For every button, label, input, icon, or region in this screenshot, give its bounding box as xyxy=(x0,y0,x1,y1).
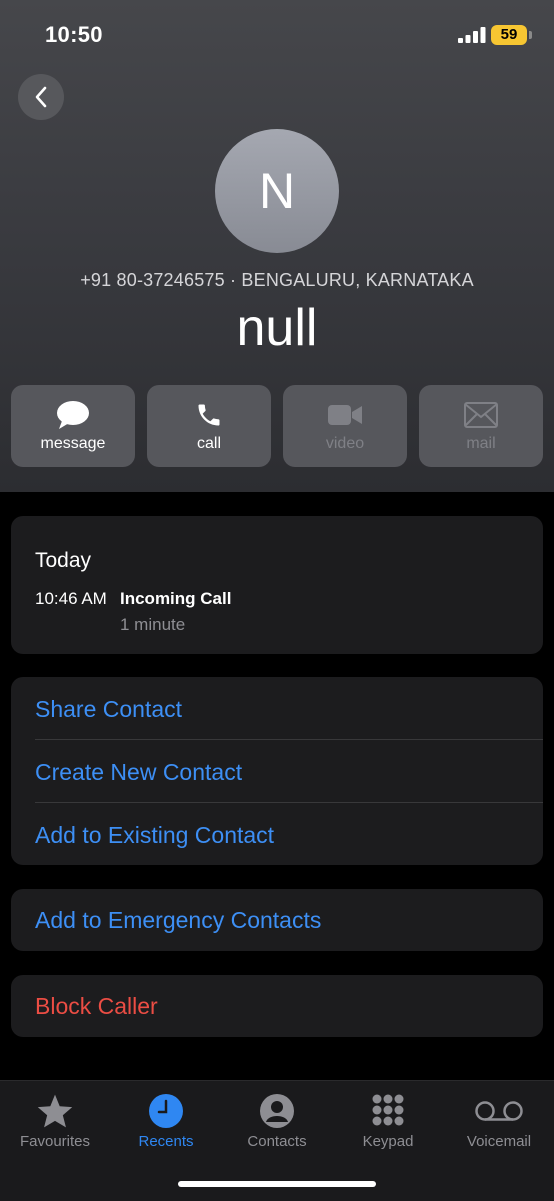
share-contact-button[interactable]: Share Contact xyxy=(35,678,543,740)
contact-header: 10:50 59 N +91 80-37246575 · BENGALURU, … xyxy=(0,0,554,492)
envelope-icon xyxy=(464,402,498,428)
mail-label: mail xyxy=(466,435,496,452)
mail-button[interactable]: mail xyxy=(419,385,543,467)
tab-favourites[interactable]: Favourites xyxy=(0,1081,110,1161)
divider xyxy=(35,802,543,803)
avatar: N xyxy=(215,129,339,253)
tab-label: Keypad xyxy=(362,1133,414,1150)
signal-strength-icon xyxy=(458,27,486,43)
tab-label: Contacts xyxy=(247,1133,307,1150)
battery-icon: 59 xyxy=(491,25,527,45)
action-buttons: message call video mail xyxy=(11,385,543,467)
video-camera-icon xyxy=(328,405,362,425)
contact-options-card: Share Contact Create New Contact Add to … xyxy=(11,677,543,865)
phone-icon xyxy=(198,404,220,426)
recent-call-type: Incoming Call xyxy=(120,589,232,608)
home-indicator[interactable] xyxy=(178,1181,376,1187)
create-new-contact-button[interactable]: Create New Contact xyxy=(35,741,543,803)
block-caller-button[interactable]: Block Caller xyxy=(35,975,543,1037)
person-circle-icon xyxy=(260,1094,294,1128)
tab-recents[interactable]: Recents xyxy=(111,1081,221,1161)
chevron-left-icon xyxy=(35,86,47,108)
voicemail-icon xyxy=(475,1101,523,1121)
message-button[interactable]: message xyxy=(11,385,135,467)
divider xyxy=(35,739,543,740)
call-label: call xyxy=(196,435,221,452)
tab-voicemail[interactable]: Voicemail xyxy=(444,1081,554,1161)
star-icon xyxy=(37,1094,73,1128)
message-label: message xyxy=(40,435,106,452)
tab-label: Favourites xyxy=(19,1133,91,1150)
recent-day-heading: Today xyxy=(35,549,92,572)
status-time: 10:50 xyxy=(45,22,103,47)
block-card: Block Caller xyxy=(11,975,543,1037)
tab-label: Voicemail xyxy=(466,1133,532,1150)
avatar-initial: N xyxy=(258,163,296,219)
back-button[interactable] xyxy=(18,74,64,120)
recent-calls-card: Today 10:46 AM Incoming Call 1 minute xyxy=(11,516,543,654)
tab-label: Recents xyxy=(138,1133,194,1150)
contact-name: null xyxy=(236,299,318,357)
add-to-emergency-contacts-button[interactable]: Add to Emergency Contacts xyxy=(35,889,543,951)
battery-nub xyxy=(529,31,532,39)
keypad-icon xyxy=(372,1094,404,1126)
recent-call-duration: 1 minute xyxy=(120,615,186,634)
tab-contacts[interactable]: Contacts xyxy=(222,1081,332,1161)
video-button[interactable]: video xyxy=(283,385,407,467)
add-to-existing-contact-button[interactable]: Add to Existing Contact xyxy=(35,804,543,866)
call-button[interactable]: call xyxy=(147,385,271,467)
message-bubble-icon xyxy=(57,401,89,429)
video-label: video xyxy=(325,435,365,452)
emergency-card: Add to Emergency Contacts xyxy=(11,889,543,951)
clock-icon xyxy=(149,1094,183,1128)
recent-call-time: 10:46 AM xyxy=(35,589,107,608)
contact-number-location: +91 80-37246575 · BENGALURU, KARNATAKA xyxy=(80,270,474,290)
tab-keypad[interactable]: Keypad xyxy=(333,1081,443,1161)
status-bar: 10:50 59 xyxy=(0,0,554,70)
